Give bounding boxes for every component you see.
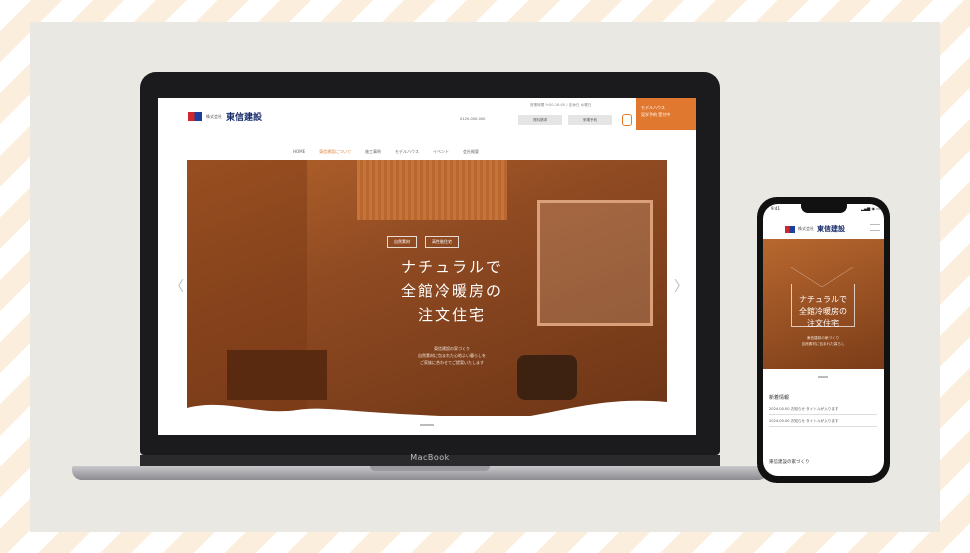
phone-notch (801, 204, 847, 213)
news-item[interactable]: 2024.00.00 お知らせ タイトルが入ります (769, 419, 877, 427)
hero-title: ナチュラルで 全館冷暖房の 注文住宅 (357, 255, 547, 327)
hero-slider: 自然素材 高性能住宅 ナチュラルで 全館冷暖房の 注文住宅 東信建設の家づくり … (187, 160, 667, 416)
cta-button[interactable]: モデルハウス 見学予約 受付中 (636, 98, 696, 130)
phone-logo[interactable]: 株式会社 東信建設 (785, 224, 845, 234)
section-heading: 東信建設の家づくり (769, 460, 810, 465)
hero-tags: 自然素材 高性能住宅 (387, 236, 459, 248)
hero-window (537, 200, 653, 326)
phone-slider-pager[interactable] (818, 376, 828, 378)
instagram-icon[interactable] (622, 114, 632, 126)
hero-title-line: ナチュラルで (400, 258, 503, 276)
phone-hero-title-line: 注文住宅 (807, 319, 839, 328)
phone-status-icons: ▂▄▆ ◉ ▭ (861, 206, 881, 211)
contact-hours: 営業時間 9:00-18:00 / 定休日 水曜日 (530, 103, 592, 107)
logo-prefix: 株式会社 (206, 113, 222, 119)
slider-pager[interactable] (420, 424, 434, 426)
phone-logo-name: 東信建設 (817, 225, 845, 233)
phone-logo-prefix: 株式会社 (798, 226, 814, 231)
logo-flag-icon (188, 112, 202, 121)
logo-flag-icon (785, 225, 795, 233)
hero-ceiling (357, 160, 507, 220)
nav-item-company[interactable]: 会社概要 (463, 149, 479, 155)
phone-hero: ナチュラルで 全館冷暖房の 注文住宅 東信建設の家づくり 自然素材に包まれた暮ら… (763, 239, 884, 369)
cta-line-2: 見学予約 受付中 (641, 112, 671, 117)
site-header: 株式会社 東信建設 営業時間 9:00-18:00 / 定休日 水曜日 0120… (158, 98, 696, 138)
nav-item-about[interactable]: 東信建設について (319, 149, 351, 155)
hero-tag: 高性能住宅 (425, 236, 459, 248)
nav-item-event[interactable]: イベント (433, 149, 449, 155)
visit-reserve-button[interactable]: 来場予約 (568, 115, 612, 125)
hero-sub-line: ご家族に合わせてご提案いたします (420, 360, 484, 365)
hero-title-line: 全館冷暖房の (400, 282, 503, 300)
slider-next-icon[interactable]: 〉 (674, 276, 688, 296)
laptop-notch (370, 466, 490, 471)
nav-item-works[interactable]: 施工事例 (365, 149, 381, 155)
phone-hero-title: ナチュラルで 全館冷暖房の 注文住宅 (773, 294, 873, 330)
news-heading: 新着情報 (769, 395, 790, 401)
cta-line-1: モデルハウス (641, 105, 665, 110)
hero-tag: 自然素材 (387, 236, 417, 248)
slider-prev-icon[interactable]: 〈 (170, 276, 184, 296)
phone-time: 9:41 (771, 206, 780, 211)
hero-wave (187, 400, 667, 416)
main-nav: HOME 東信建設について 施工事例 モデルハウス イベント 会社概要 (293, 149, 479, 155)
laptop-brand: MacBook (410, 453, 450, 462)
phone-number[interactable]: 0120-000-000 (460, 117, 485, 121)
hero-title-line: 注文住宅 (417, 306, 486, 324)
phone-hero-subtitle: 東信建設の家づくり 自然素材に包まれた暮らし (773, 335, 873, 347)
laptop-screen: 株式会社 東信建設 営業時間 9:00-18:00 / 定休日 水曜日 0120… (158, 98, 696, 435)
logo-name: 東信建設 (226, 113, 263, 123)
nav-item-modelhouse[interactable]: モデルハウス (395, 149, 419, 155)
hero-subtitle: 東信建設の家づくり 自然素材に包まれた心地よい暮らしを ご家族に合わせてご提案い… (357, 345, 547, 366)
news-item[interactable]: 2024.00.00 お知らせ タイトルが入ります (769, 407, 877, 415)
brochure-button[interactable]: 資料請求 (518, 115, 562, 125)
site-logo[interactable]: 株式会社 東信建設 (188, 110, 262, 123)
phone-hero-title-line: 全館冷暖房の (799, 307, 847, 316)
phone-hero-title-line: ナチュラルで (799, 295, 847, 304)
nav-item-home[interactable]: HOME (293, 149, 305, 155)
phone-hero-sub-line: 自然素材に包まれた暮らし (801, 342, 845, 346)
hamburger-menu-icon[interactable] (870, 224, 880, 231)
phone-screen: 9:41 ▂▄▆ ◉ ▭ 株式会社 東信建設 ナチュラルで 全館冷暖房の 注文住… (763, 204, 884, 476)
hero-sub-line: 自然素材に包まれた心地よい暮らしを (418, 353, 486, 358)
hero-sub-line: 東信建設の家づくり (434, 346, 470, 351)
